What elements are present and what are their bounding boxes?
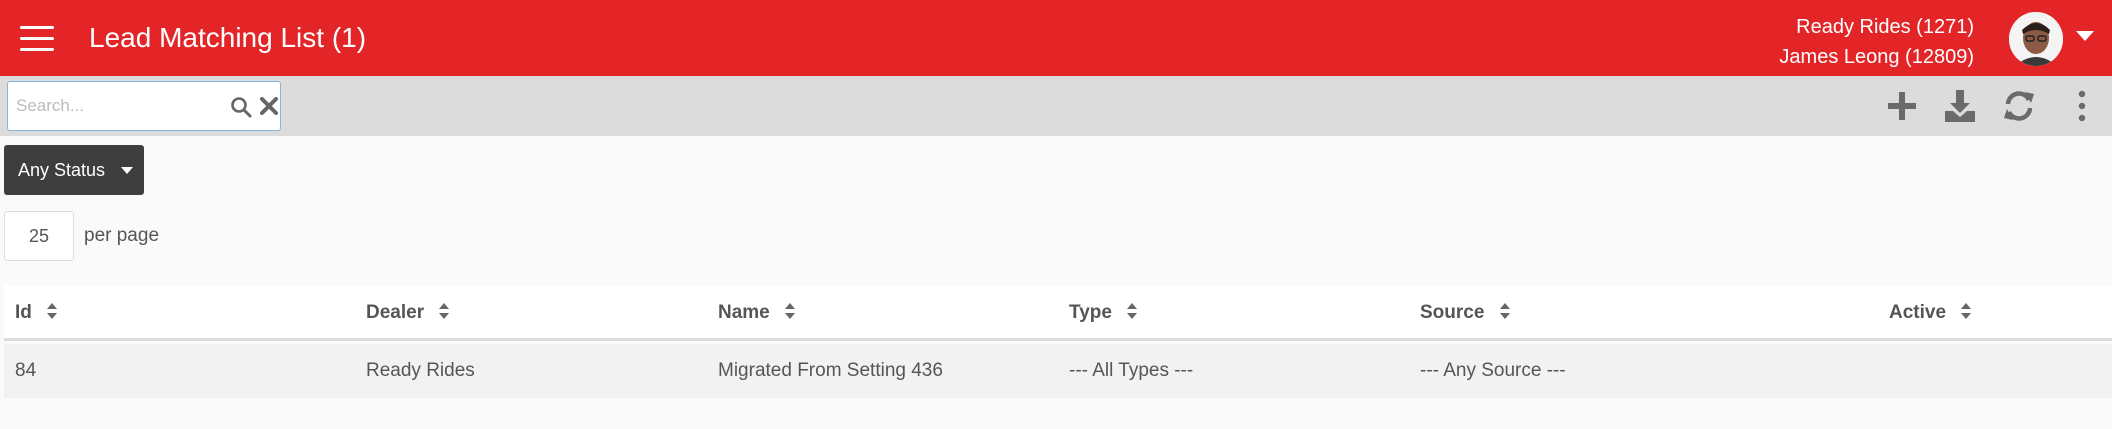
sort-icon [785,302,796,319]
column-label: Active [1889,302,1947,323]
cell-type: --- All Types --- [1069,360,1194,381]
column-label: Name [718,302,770,323]
cell-name: Migrated From Setting 436 [718,360,943,381]
dealer-label: Ready Rides (1271) [1796,16,1974,38]
table-row[interactable]: 84 Ready Rides Migrated From Setting 436… [4,344,2112,398]
column-header-dealer[interactable]: Dealer [366,302,450,324]
column-header-source[interactable]: Source [1420,302,1510,324]
cell-source: --- Any Source --- [1420,360,1566,381]
column-label: Id [15,302,32,323]
per-page-input[interactable] [4,211,74,261]
cell-dealer: Ready Rides [366,360,475,381]
caret-down-icon [121,167,133,174]
column-header-name[interactable]: Name [718,302,796,324]
sort-icon [47,302,58,319]
add-icon[interactable] [1884,88,1920,124]
menu-icon[interactable] [20,26,54,52]
search-box [7,81,281,131]
clear-icon[interactable] [259,96,279,116]
status-filter-dropdown[interactable]: Any Status [4,145,144,195]
avatar[interactable] [2009,12,2063,66]
column-header-active[interactable]: Active [1889,302,1972,324]
table-header: Id Dealer Name Type Source Active [4,285,2112,341]
search-icon[interactable] [230,96,252,118]
user-info: Ready Rides (1271) James Leong (12809) [1779,12,1974,72]
per-page-label: per page [84,225,160,246]
cell-id: 84 [15,360,37,381]
download-icon[interactable] [1942,88,1978,124]
column-header-id[interactable]: Id [15,302,58,324]
toolbar [0,76,2112,136]
chevron-down-icon[interactable] [2076,31,2094,41]
sort-icon [1961,302,1972,319]
search-input[interactable] [16,90,216,122]
column-header-type[interactable]: Type [1069,302,1138,324]
user-name-label: James Leong (12809) [1779,46,1974,68]
status-filter-label: Any Status [18,160,106,180]
sort-icon [1127,302,1138,319]
refresh-icon[interactable] [2001,88,2037,124]
page-title: Lead Matching List (1) [89,22,367,53]
more-vertical-icon[interactable] [2064,88,2100,124]
sort-icon [1499,302,1510,319]
sort-icon [439,302,450,319]
column-label: Type [1069,302,1112,323]
app-header: Lead Matching List (1) Ready Rides (1271… [0,0,2112,76]
column-label: Source [1420,302,1485,323]
column-label: Dealer [366,302,425,323]
